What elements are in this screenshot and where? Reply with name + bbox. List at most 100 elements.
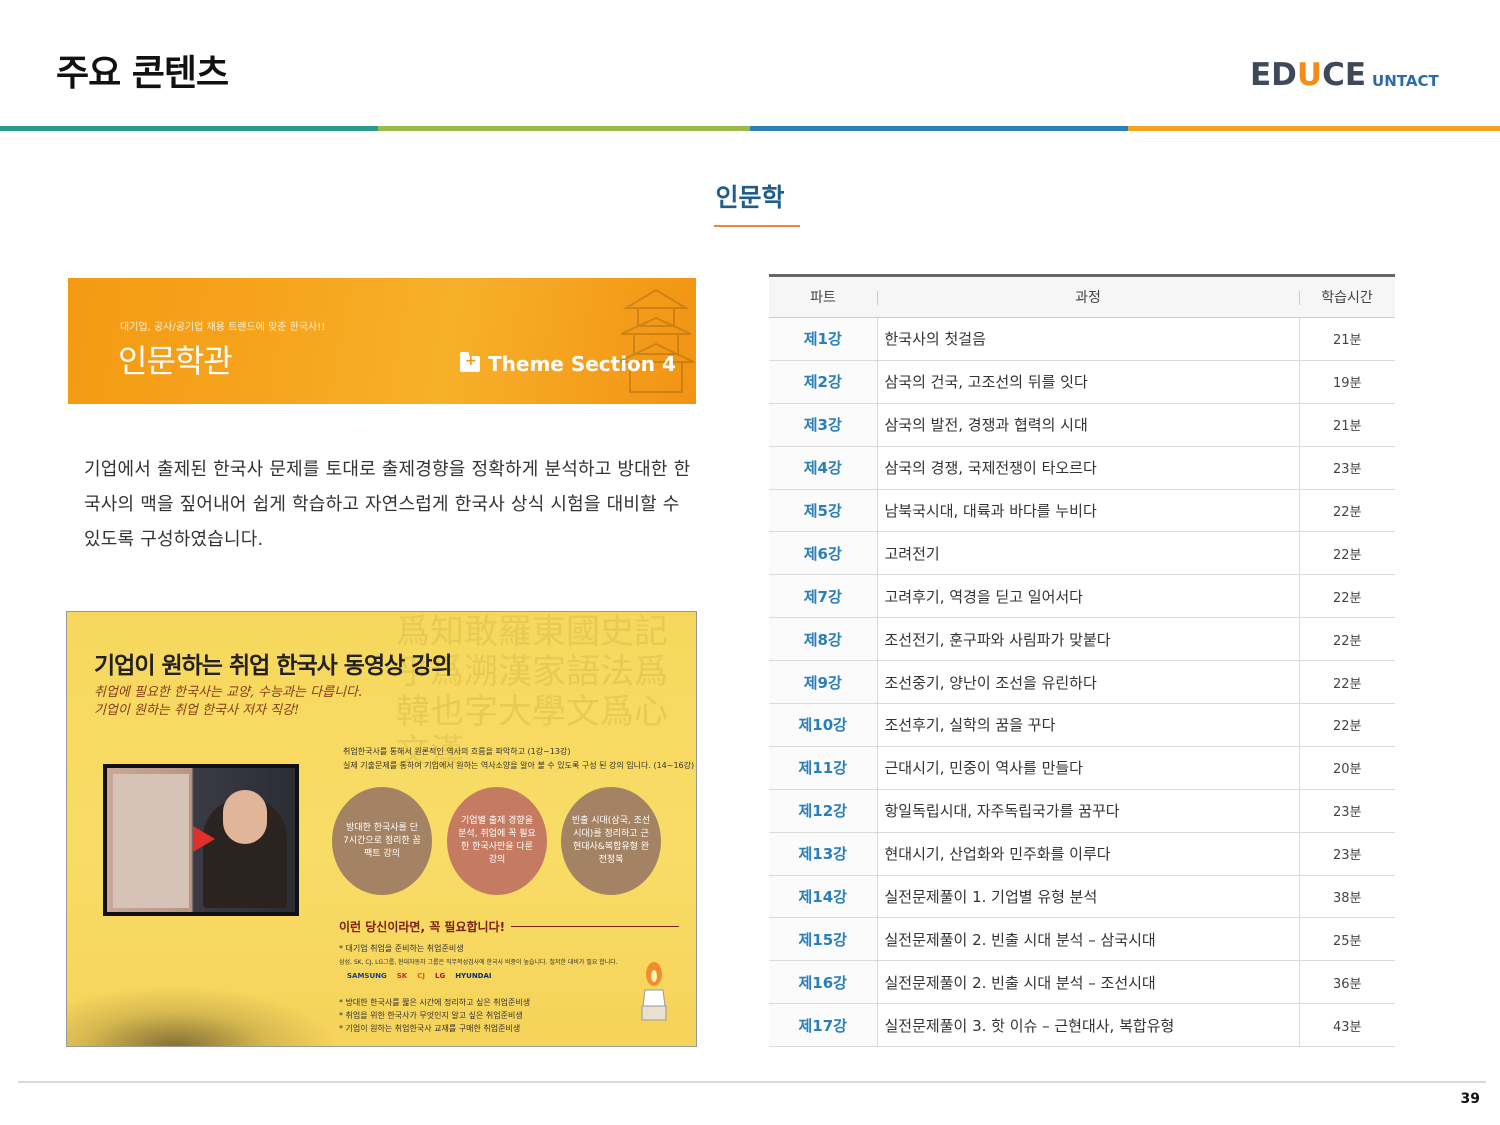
table-row: 제10강 조선후기, 실학의 꿈을 꾸다 22분 xyxy=(769,703,1395,747)
time-cell: 23분 xyxy=(1299,446,1395,490)
footer-divider xyxy=(18,1081,1486,1083)
header-stripe-green xyxy=(378,126,750,131)
feature-circle-2: 기업별 출제 경향을 분석, 취업에 꼭 필요한 한국사만을 다룬 강의 xyxy=(447,787,547,895)
table-row: 제3강 삼국의 발전, 경쟁과 협력의 시대 21분 xyxy=(769,403,1395,447)
play-icon[interactable] xyxy=(193,826,215,852)
curriculum-table: 파트 과정 학습시간 제1강 한국사의 첫걸음 21분 제2강 삼국의 건국, 고조선… xyxy=(769,274,1395,1048)
folder-icon xyxy=(460,352,480,372)
section-underline xyxy=(714,225,800,227)
part-cell: 제5강 xyxy=(769,489,878,533)
time-cell: 43분 xyxy=(1299,1003,1395,1048)
poster-subtitle: 취업에 필요한 한국사는 교양, 수능과는 다릅니다. 기업이 원하는 취업 한… xyxy=(94,685,363,718)
page-title: 주요 콘텐츠 xyxy=(56,53,229,94)
time-cell: 22분 xyxy=(1299,531,1395,576)
pagoda-illustration xyxy=(617,288,695,393)
time-cell: 23분 xyxy=(1299,832,1395,876)
part-cell: 제6강 xyxy=(769,531,878,576)
time-cell: 38분 xyxy=(1299,875,1395,919)
part-cell: 제2강 xyxy=(769,360,878,404)
brush-stroke-decoration xyxy=(67,986,337,1046)
time-cell: 25분 xyxy=(1299,917,1395,962)
table-row: 제12강 항일독립시대, 자주독립국가를 꿈꾸다 23분 xyxy=(769,789,1395,833)
table-row: 제9강 조선중기, 양난이 조선을 유린하다 22분 xyxy=(769,660,1395,705)
page-number: 39 xyxy=(1460,1091,1480,1107)
part-cell: 제11강 xyxy=(769,746,878,790)
course-cell: 고려전기 xyxy=(877,531,1300,576)
header-stripe-teal xyxy=(0,126,378,131)
table-row: 제1강 한국사의 첫걸음 21분 xyxy=(769,317,1395,361)
part-cell: 제13강 xyxy=(769,832,878,876)
course-cell: 근대시기, 민중이 역사를 만들다 xyxy=(877,746,1300,790)
course-cell: 조선중기, 양난이 조선을 유린하다 xyxy=(877,660,1300,705)
lecture-poster: 爲知敢羅東國史記乎爲溯漢家語法爲韓也字大學文爲心文漢 기업이 원하는 취업 한국… xyxy=(66,611,697,1047)
part-cell: 제8강 xyxy=(769,617,878,662)
header-course: 과정 xyxy=(877,275,1299,318)
header-stripe-orange xyxy=(1128,126,1500,131)
poster-target-list-1: * 대기업 취업을 준비하는 취업준비생 삼성, SK, CJ, LG그룹, 현… xyxy=(339,944,618,966)
part-cell: 제14강 xyxy=(769,875,878,919)
brand-logos: SAMSUNG SK CJ LG HYUNDAI xyxy=(347,972,492,980)
part-cell: 제15강 xyxy=(769,917,878,962)
course-cell: 실전문제풀이 1. 기업별 유형 분석 xyxy=(877,875,1300,919)
part-cell: 제7강 xyxy=(769,574,878,619)
course-cell: 실전문제풀이 2. 빈출 시대 분석 – 삼국시대 xyxy=(877,917,1300,962)
part-cell: 제3강 xyxy=(769,403,878,447)
time-cell: 21분 xyxy=(1299,403,1395,447)
table-row: 제4강 삼국의 경쟁, 국제전쟁이 타오르다 23분 xyxy=(769,446,1395,490)
table-header-row: 파트 과정 학습시간 xyxy=(769,275,1395,318)
banner-subtitle: 대기업, 공사/공기업 채용 트렌드에 맞춘 한국사!! xyxy=(120,322,326,333)
part-cell: 제17강 xyxy=(769,1003,878,1048)
logo-wordmark: EDUCE xyxy=(1250,57,1367,93)
educe-logo: EDUCE UNTACT xyxy=(1250,58,1439,92)
course-cell: 실전문제풀이 2. 빈출 시대 분석 – 조선시대 xyxy=(877,960,1300,1005)
lecture-video-thumbnail[interactable] xyxy=(103,764,299,916)
logo-subtitle: UNTACT xyxy=(1372,72,1439,90)
table-row: 제11강 근대시기, 민중이 역사를 만들다 20분 xyxy=(769,746,1395,790)
banner-title: 인문학관 xyxy=(118,342,233,380)
header-stripe-blue xyxy=(750,126,1128,131)
table-row: 제5강 남북국시대, 대륙과 바다를 누비다 22분 xyxy=(769,489,1395,533)
time-cell: 22분 xyxy=(1299,489,1395,533)
header-time: 학습시간 xyxy=(1299,275,1395,318)
course-cell: 남북국시대, 대륙과 바다를 누비다 xyxy=(877,489,1300,533)
table-row: 제8강 조선전기, 훈구파와 사림파가 맞붙다 22분 xyxy=(769,617,1395,662)
book-cover xyxy=(113,774,189,908)
part-cell: 제12강 xyxy=(769,789,878,833)
time-cell: 23분 xyxy=(1299,789,1395,833)
course-description: 기업에서 출제된 한국사 문제를 토대로 출제경향을 정확하게 분석하고 방대한… xyxy=(84,459,691,550)
course-cell: 삼국의 발전, 경쟁과 협력의 시대 xyxy=(877,403,1300,447)
part-cell: 제1강 xyxy=(769,317,878,361)
course-cell: 한국사의 첫걸음 xyxy=(877,317,1300,361)
part-cell: 제16강 xyxy=(769,960,878,1005)
time-cell: 19분 xyxy=(1299,360,1395,404)
poster-note: 취업한국사를 통해서 원론적인 역사의 흐름을 파악하고 (1강~13강) 실제… xyxy=(343,747,695,770)
course-cell: 고려후기, 역경을 딛고 일어서다 xyxy=(877,574,1300,619)
table-row: 제2강 삼국의 건국, 고조선의 뒤를 잇다 19분 xyxy=(769,360,1395,404)
course-cell: 실전문제풀이 3. 핫 이슈 – 근현대사, 복합유형 xyxy=(877,1003,1300,1048)
time-cell: 21분 xyxy=(1299,317,1395,361)
time-cell: 22분 xyxy=(1299,574,1395,619)
part-cell: 제4강 xyxy=(769,446,878,490)
table-row: 제14강 실전문제풀이 1. 기업별 유형 분석 38분 xyxy=(769,875,1395,919)
time-cell: 22분 xyxy=(1299,703,1395,747)
table-row: 제13강 현대시기, 산업화와 민주화를 이루다 23분 xyxy=(769,832,1395,876)
table-row: 제7강 고려후기, 역경을 딛고 일어서다 22분 xyxy=(769,574,1395,619)
table-row: 제6강 고려전기 22분 xyxy=(769,531,1395,576)
course-cell: 삼국의 경쟁, 국제전쟁이 타오르다 xyxy=(877,446,1300,490)
feature-circle-1: 방대한 한국사를 단 7시간으로 정리한 꼼팩트 강의 xyxy=(332,787,432,895)
table-row: 제16강 실전문제풀이 2. 빈출 시대 분석 – 조선시대 36분 xyxy=(769,960,1395,1005)
poster-target-list-2: * 방대한 한국사를 짧은 시간에 정리하고 싶은 취업준비생 * 취업을 위한… xyxy=(339,998,531,1033)
time-cell: 22분 xyxy=(1299,660,1395,705)
time-cell: 20분 xyxy=(1299,746,1395,790)
theme-section-label: Theme Section 4 xyxy=(460,352,676,376)
course-cell: 현대시기, 산업화와 민주화를 이루다 xyxy=(877,832,1300,876)
course-banner: 대기업, 공사/공기업 채용 트렌드에 맞춘 한국사!! 인문학관 Theme … xyxy=(68,278,696,404)
time-cell: 36분 xyxy=(1299,960,1395,1005)
part-cell: 제10강 xyxy=(769,703,878,747)
table-row: 제17강 실전문제풀이 3. 핫 이슈 – 근현대사, 복합유형 43분 xyxy=(769,1003,1395,1048)
time-cell: 22분 xyxy=(1299,617,1395,662)
lamp-illustration xyxy=(641,962,667,1021)
course-cell: 조선전기, 훈구파와 사림파가 맞붙다 xyxy=(877,617,1300,662)
course-cell: 항일독립시대, 자주독립국가를 꿈꾸다 xyxy=(877,789,1300,833)
header-part: 파트 xyxy=(769,275,877,318)
